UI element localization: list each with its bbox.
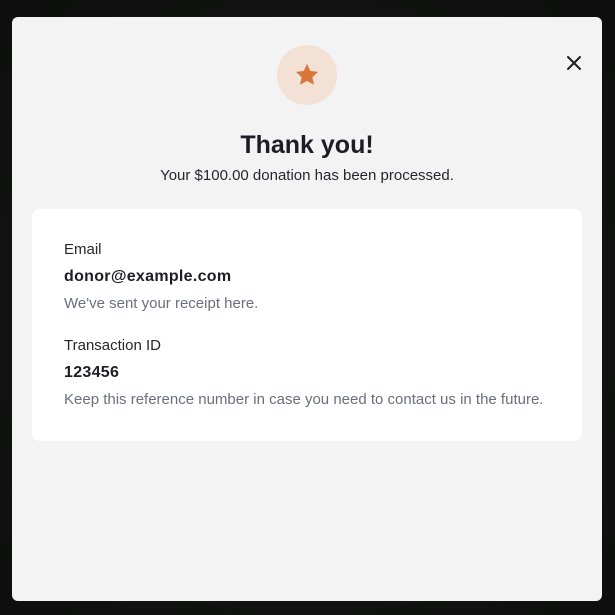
donation-confirmation-dialog: Thank you! Your $100.00 donation has bee… bbox=[12, 17, 602, 601]
email-label: Email bbox=[64, 241, 102, 258]
close-button[interactable] bbox=[562, 51, 586, 75]
transaction-help-text: Keep this reference number in case you n… bbox=[64, 391, 544, 408]
close-icon bbox=[567, 56, 581, 70]
star-badge bbox=[277, 45, 337, 105]
email-section: Email donor@example.com We've sent your … bbox=[64, 240, 258, 314]
transaction-id-value: 123456 bbox=[64, 364, 120, 381]
details-card: Email donor@example.com We've sent your … bbox=[32, 209, 582, 441]
email-value: donor@example.com bbox=[64, 268, 232, 285]
transaction-section: Transaction ID 123456 Keep this referenc… bbox=[64, 336, 543, 410]
dialog-subtitle: Your $100.00 donation has been processed… bbox=[160, 167, 454, 184]
email-help-text: We've sent your receipt here. bbox=[64, 295, 259, 312]
dialog-title: Thank you! bbox=[240, 131, 374, 159]
star-icon bbox=[295, 63, 319, 85]
transaction-label: Transaction ID bbox=[64, 337, 161, 354]
